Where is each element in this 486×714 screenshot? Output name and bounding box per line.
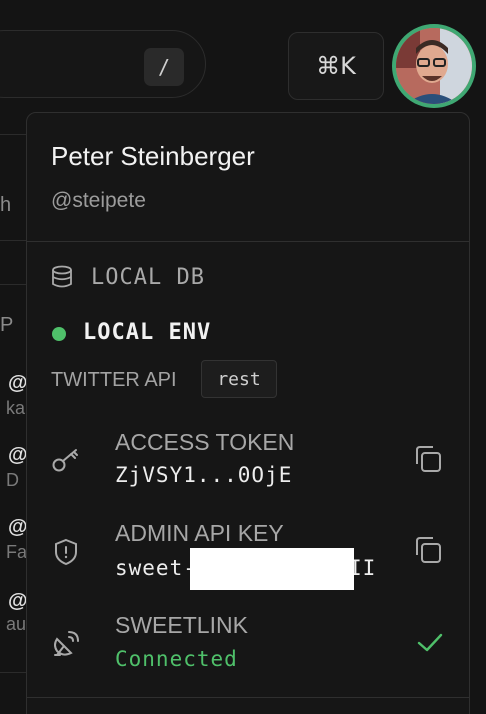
menu-divider — [27, 697, 469, 698]
api-mode-badge: rest — [201, 360, 277, 398]
key-icon — [52, 449, 78, 472]
command-palette-button[interactable]: ⌘K — [288, 32, 384, 100]
check-icon — [417, 633, 443, 652]
menu-divider — [27, 241, 469, 242]
copy-token-button[interactable] — [411, 442, 445, 476]
database-icon — [52, 265, 72, 288]
admin-key-value-prefix: sweet- — [115, 556, 197, 580]
bg-list-sub: ka — [6, 398, 26, 418]
redaction-box — [190, 548, 354, 590]
admin-key-title: ADMIN API KEY — [115, 520, 284, 546]
bg-divider — [0, 134, 26, 135]
access-token-value: ZjVSY1...0OjE — [115, 463, 293, 487]
shield-icon — [55, 538, 77, 566]
sweetlink-status: Connected — [115, 647, 238, 671]
bg-list-at: @ — [8, 516, 28, 538]
user-name: Peter Steinberger — [51, 141, 255, 171]
copy-admin-key-button[interactable] — [411, 533, 445, 567]
user-avatar[interactable] — [392, 24, 476, 108]
bg-list-sub: Fa — [6, 542, 28, 562]
app-root: / ⌘K h P @ ka @ D @ Fa @ au Peter Steinb… — [0, 0, 486, 714]
bg-fragment: P — [0, 314, 14, 336]
bg-list-at: @ — [8, 372, 28, 394]
bg-divider — [0, 672, 26, 673]
env-label: LOCAL ENV — [83, 320, 212, 345]
satellite-icon — [54, 631, 79, 656]
bg-list-at: @ — [8, 444, 28, 466]
env-status-dot — [52, 327, 66, 341]
bg-fragment: h — [0, 194, 12, 216]
api-label: TWITTER API — [51, 369, 177, 391]
search-shortcut-key: / — [144, 48, 184, 86]
db-label: LOCAL DB — [91, 265, 205, 290]
bg-divider — [0, 240, 26, 241]
sweetlink-title: SWEETLINK — [115, 612, 248, 638]
bg-list-at: @ — [8, 590, 28, 612]
bg-list-sub: au — [6, 614, 27, 634]
bg-list-sub: D — [6, 470, 19, 490]
user-handle: @steipete — [51, 189, 146, 212]
access-token-title: ACCESS TOKEN — [115, 429, 295, 455]
bg-divider — [0, 284, 26, 285]
user-menu-dropdown: Peter Steinberger @steipete LOCAL DB LOC… — [26, 112, 470, 714]
avatar-photo — [396, 28, 472, 104]
